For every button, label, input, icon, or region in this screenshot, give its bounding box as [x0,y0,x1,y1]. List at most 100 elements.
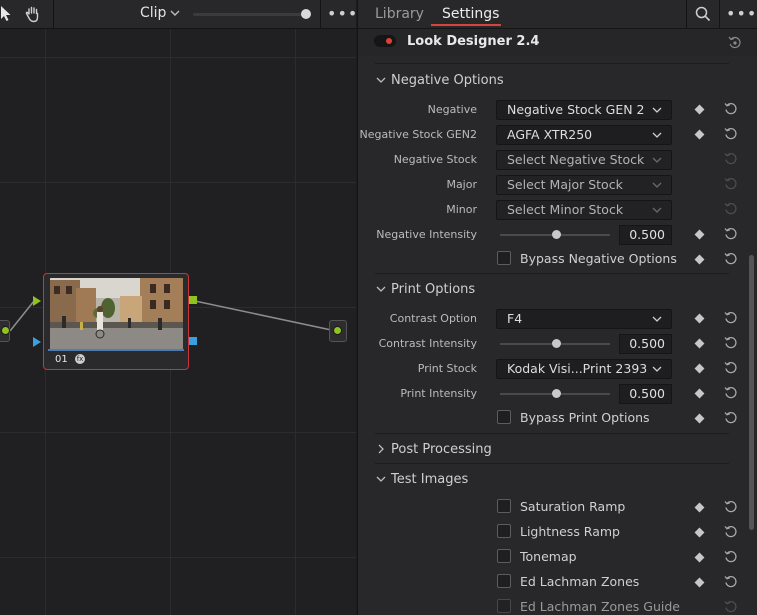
keyframe-icon[interactable] [694,254,705,265]
tab-settings[interactable]: Settings [442,6,499,22]
negative-intensity-slider-handle[interactable] [552,230,561,239]
keyframe-icon[interactable] [694,313,705,324]
reset-icon[interactable] [724,600,738,614]
section-title: Test Images [391,472,469,487]
section-print-options[interactable]: Print Options [375,280,729,302]
reset-icon[interactable] [724,227,738,241]
rgb-input-port[interactable] [33,296,42,306]
bypass-print-label: Bypass Print Options [520,410,650,425]
reset-icon[interactable] [724,311,738,325]
negative-dropdown[interactable]: Negative Stock GEN 2 [496,100,672,120]
section-divider [375,463,729,464]
search-icon[interactable] [695,6,711,26]
chevron-down-icon [376,476,386,482]
test-image-label: Ed Lachman Zones Guide [520,599,680,614]
bypass-print-checkbox[interactable] [497,410,511,424]
test-image-label: Tonemap [520,549,577,564]
keyframe-icon[interactable] [694,104,705,115]
minor-label: Minor [446,203,477,216]
tonemap-checkbox[interactable] [497,549,511,563]
keyframe-icon[interactable] [694,413,705,424]
ofx-plugin-icon: fx [75,354,85,364]
keyframe-icon[interactable] [694,129,705,140]
reset-icon[interactable] [724,152,738,166]
contrast-option-dropdown[interactable]: F4 [496,309,672,329]
settings-scroll-area[interactable]: Negative Options Negative Negative Stock… [358,60,747,615]
reset-icon[interactable] [724,202,738,216]
plugin-enable-toggle[interactable] [374,35,396,47]
node-thumbnail [50,278,183,349]
corrector-node[interactable]: 01 fx [43,273,189,370]
print-stock-value: Kodak Visi...Print 2393 [507,361,648,376]
panel-more-options-icon[interactable]: ••• [726,4,757,23]
ed-lachman-zones-guide-checkbox[interactable] [497,599,511,613]
reset-icon[interactable] [724,575,738,589]
chevron-down-icon [652,182,662,188]
major-stock-dropdown[interactable]: Select Major Stock [496,175,672,195]
section-post-processing[interactable]: Post Processing [375,440,729,462]
major-stock-value: Select Major Stock [507,177,623,192]
reset-icon[interactable] [724,102,738,116]
print-intensity-slider-handle[interactable] [552,389,561,398]
tab-library[interactable]: Library [375,6,424,22]
tab-bar-divider [686,0,687,29]
keyframe-icon[interactable] [694,338,705,349]
contrast-intensity-slider-handle[interactable] [552,339,561,348]
chevron-down-icon [652,107,662,113]
reset-icon[interactable] [724,411,738,425]
alpha-input-port[interactable] [33,337,42,347]
panel-tab-bar: Library Settings ••• [358,0,757,29]
keyframe-icon[interactable] [694,363,705,374]
ed-lachman-zones-checkbox[interactable] [497,574,511,588]
negative-label: Negative [427,103,477,116]
bypass-negative-label: Bypass Negative Options [520,251,677,266]
section-divider [375,433,729,434]
print-stock-label: Print Stock [417,362,477,375]
node-editor: Clip ••• 01 fx [0,0,356,615]
source-output-dot[interactable] [1,326,10,335]
reset-icon[interactable] [724,127,738,141]
reset-icon[interactable] [724,386,738,400]
keyframe-icon[interactable] [694,577,705,588]
negative-intensity-input[interactable]: 0.500 [619,225,672,245]
node-progress-bar [48,349,184,351]
settings-scrollbar[interactable] [749,255,754,530]
keyframe-icon[interactable] [694,527,705,538]
reset-icon[interactable] [724,177,738,191]
saturation-ramp-checkbox[interactable] [497,499,511,513]
negative-stock-label: Negative Stock [393,153,477,166]
alpha-output-port[interactable] [189,337,197,345]
lightness-ramp-checkbox[interactable] [497,524,511,538]
output-node[interactable] [329,320,347,342]
bypass-negative-checkbox[interactable] [497,251,511,265]
reset-icon[interactable] [724,500,738,514]
chevron-down-icon [652,132,662,138]
print-stock-dropdown[interactable]: Kodak Visi...Print 2393 [496,359,672,379]
keyframe-icon[interactable] [694,388,705,399]
source-node[interactable] [0,320,10,342]
keyframe-icon[interactable] [694,229,705,240]
print-intensity-label: Print Intensity [400,387,477,400]
chevron-down-icon [652,157,662,163]
negative-stock-gen2-label: Negative Stock GEN2 [359,128,477,141]
section-test-images[interactable]: Test Images [375,470,729,492]
section-negative-options[interactable]: Negative Options [375,71,729,93]
reset-icon[interactable] [724,252,738,266]
plugin-reset-icon[interactable] [728,35,742,54]
reset-icon[interactable] [724,550,738,564]
chevron-down-icon [376,286,386,292]
keyframe-icon[interactable] [694,552,705,563]
reset-icon[interactable] [724,525,738,539]
minor-stock-dropdown[interactable]: Select Minor Stock [496,200,672,220]
reset-icon[interactable] [724,361,738,375]
negative-stock-gen2-dropdown[interactable]: AGFA XTR250 [496,125,672,145]
keyframe-icon[interactable] [694,502,705,513]
rgb-output-port[interactable] [189,296,197,304]
reset-icon[interactable] [724,336,738,350]
print-intensity-input[interactable]: 0.500 [619,384,672,404]
output-input-dot[interactable] [333,326,342,335]
contrast-intensity-input[interactable]: 0.500 [619,334,672,354]
section-divider [375,63,729,64]
negative-stock-dropdown[interactable]: Select Negative Stock [496,150,672,170]
test-image-label: Lightness Ramp [520,524,620,539]
